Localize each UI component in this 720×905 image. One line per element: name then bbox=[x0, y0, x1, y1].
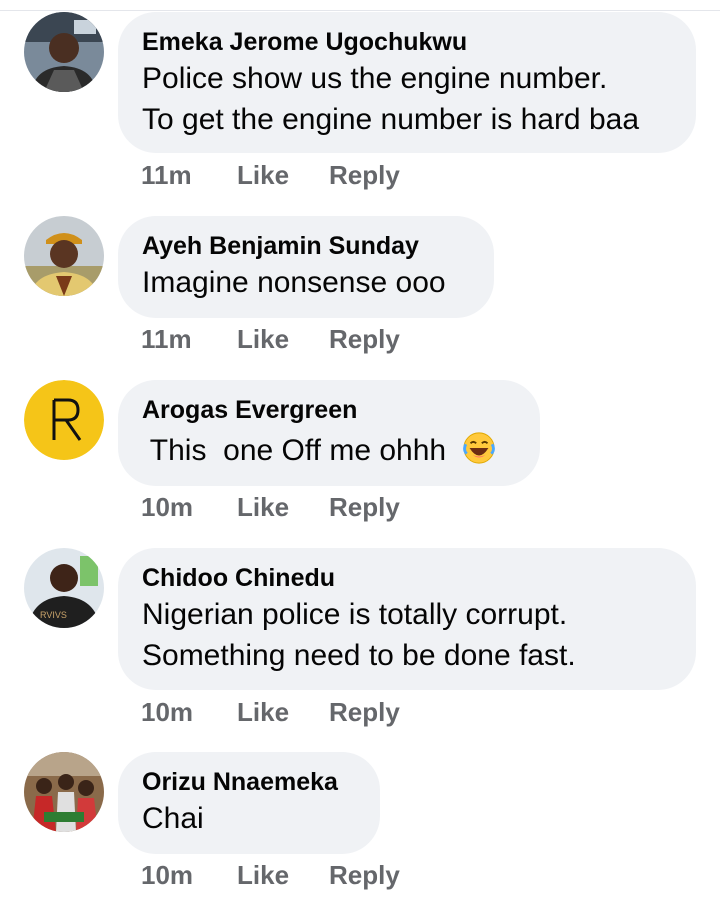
reply-button[interactable]: Reply bbox=[329, 492, 400, 523]
comment-author[interactable]: Ayeh Benjamin Sunday bbox=[142, 230, 466, 262]
realme-logo-avatar[interactable] bbox=[24, 380, 104, 460]
comment-bubble: Arogas Evergreen This one Off me ohhh bbox=[118, 380, 540, 486]
avatar[interactable]: RVIVS bbox=[24, 548, 104, 628]
reply-button[interactable]: Reply bbox=[329, 697, 400, 728]
comment-author[interactable]: Chidoo Chinedu bbox=[142, 562, 668, 594]
like-button[interactable]: Like bbox=[237, 324, 289, 355]
reply-button[interactable]: Reply bbox=[329, 860, 400, 891]
like-button[interactable]: Like bbox=[237, 697, 289, 728]
reply-button[interactable]: Reply bbox=[329, 324, 400, 355]
comment-bubble: Emeka Jerome Ugochukwu Police show us th… bbox=[118, 12, 696, 153]
comment-text: Nigerian police is totally corrupt. Some… bbox=[142, 598, 576, 672]
comment-author[interactable]: Emeka Jerome Ugochukwu bbox=[142, 26, 668, 58]
comment-author[interactable]: Arogas Evergreen bbox=[142, 394, 512, 426]
comment-timestamp[interactable]: 11m bbox=[141, 160, 192, 191]
avatar[interactable] bbox=[24, 752, 104, 832]
comment-bubble: Chidoo Chinedu Nigerian police is totall… bbox=[118, 548, 696, 690]
laughing-tears-emoji-icon bbox=[463, 432, 496, 464]
comment-text: This one Off me ohhh bbox=[142, 430, 512, 471]
comment-bubble: Ayeh Benjamin Sunday Imagine nonsense oo… bbox=[118, 216, 494, 318]
comment-timestamp[interactable]: 11m bbox=[141, 324, 192, 355]
comment-timestamp[interactable]: 10m bbox=[141, 697, 193, 728]
comment-text: Imagine nonsense ooo bbox=[142, 266, 446, 299]
top-divider bbox=[0, 0, 720, 11]
reply-button[interactable]: Reply bbox=[329, 160, 400, 191]
comment-author[interactable]: Orizu Nnaemeka bbox=[142, 766, 352, 798]
avatar[interactable] bbox=[24, 216, 104, 296]
comment-text: Police show us the engine number. To get… bbox=[142, 62, 640, 136]
like-button[interactable]: Like bbox=[237, 492, 289, 523]
comment-text: Chai bbox=[142, 802, 204, 835]
avatar[interactable] bbox=[24, 12, 104, 92]
like-button[interactable]: Like bbox=[237, 160, 289, 191]
comment-bubble: Orizu Nnaemeka Chai bbox=[118, 752, 380, 854]
like-button[interactable]: Like bbox=[237, 860, 289, 891]
comment-timestamp[interactable]: 10m bbox=[141, 492, 193, 523]
comment-text-content: This one Off me ohhh bbox=[142, 434, 455, 467]
svg-text:RVIVS: RVIVS bbox=[40, 610, 67, 620]
comment-timestamp[interactable]: 10m bbox=[141, 860, 193, 891]
